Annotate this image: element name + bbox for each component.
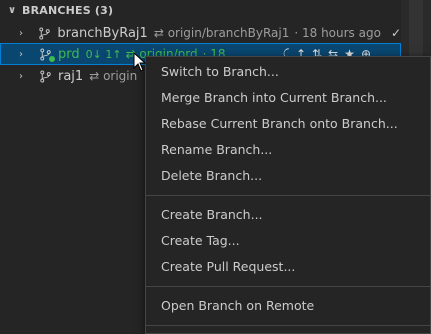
- menu-separator: [146, 286, 430, 287]
- menu-separator: [146, 325, 430, 326]
- menu-item-create-pull-request[interactable]: Create Pull Request...: [146, 254, 430, 280]
- menu-item-merge-branch[interactable]: Merge Branch into Current Branch...: [146, 85, 430, 111]
- git-branch-icon: [37, 26, 53, 40]
- menu-item-switch-to-branch[interactable]: Switch to Branch...: [146, 59, 430, 85]
- context-menu: Switch to Branch... Merge Branch into Cu…: [145, 56, 431, 334]
- chevron-down-icon: ∨: [8, 4, 17, 16]
- branch-upstream: ⇄ origin/branchByRaj1: [153, 26, 290, 40]
- menu-separator: [146, 195, 430, 196]
- branch-time: · 18 hours ago: [294, 26, 381, 40]
- menu-item-rename-branch[interactable]: Rename Branch...: [146, 137, 430, 163]
- branch-name: prd: [58, 46, 80, 62]
- check-icon: ✓: [390, 26, 401, 40]
- chevron-right-icon[interactable]: ›: [19, 49, 33, 60]
- chevron-right-icon[interactable]: ›: [19, 28, 33, 39]
- menu-item-rebase-branch[interactable]: Rebase Current Branch onto Branch...: [146, 111, 430, 137]
- menu-item-delete-branch[interactable]: Delete Branch...: [146, 163, 430, 189]
- section-title: BRANCHES (3): [22, 3, 114, 17]
- menu-item-create-tag[interactable]: Create Tag...: [146, 228, 430, 254]
- git-branch-icon: [37, 47, 55, 62]
- sync-status: 0↓ 1↑: [85, 47, 122, 61]
- current-branch-indicator: [49, 55, 55, 62]
- branch-row[interactable]: › branchByRaj1 ⇄ origin/branchByRaj1 · 1…: [0, 22, 401, 44]
- mouse-cursor-icon: [133, 52, 147, 72]
- branch-upstream: ⇄ origin: [89, 69, 138, 83]
- branches-section-header[interactable]: ∨ BRANCHES (3): [0, 0, 401, 20]
- menu-item-open-branch-on-remote[interactable]: Open Branch on Remote: [146, 293, 430, 319]
- branch-name: raj1: [58, 68, 84, 84]
- branch-name: branchByRaj1: [57, 25, 148, 41]
- git-branch-icon: [37, 69, 53, 83]
- menu-item-create-branch[interactable]: Create Branch...: [146, 202, 430, 228]
- chevron-right-icon[interactable]: ›: [19, 71, 33, 82]
